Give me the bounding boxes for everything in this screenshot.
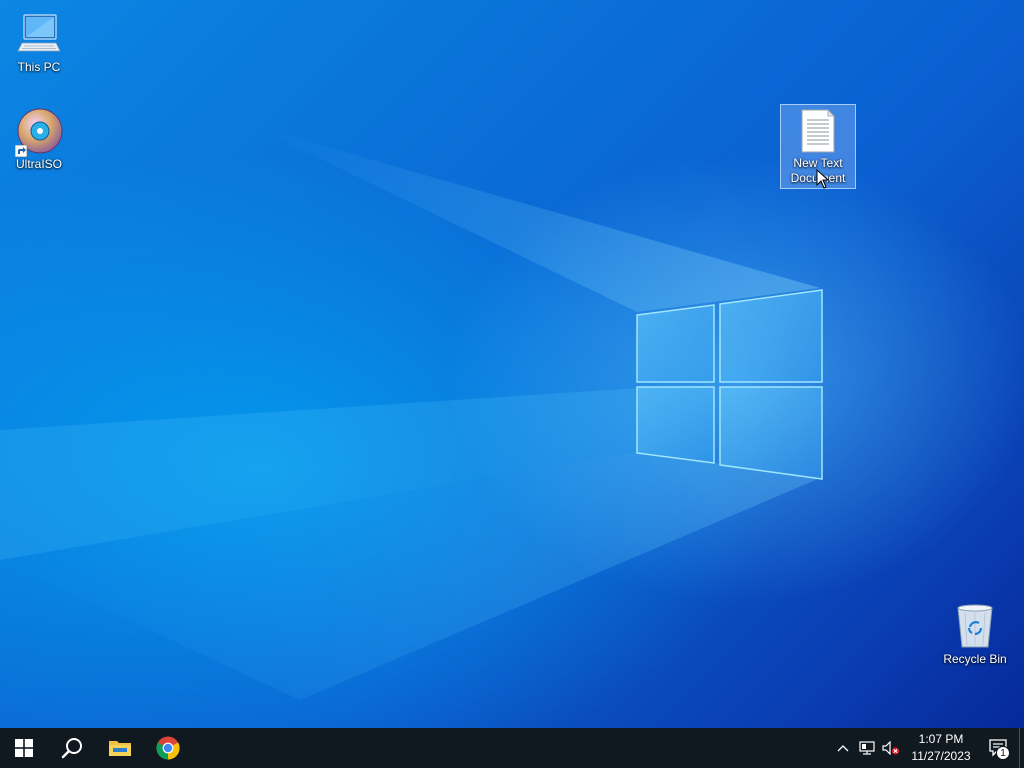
search-button[interactable] <box>48 728 96 768</box>
windows-logo-art <box>636 289 823 480</box>
show-hidden-icons-button[interactable] <box>831 728 855 768</box>
desktop-icon-label: This PC <box>17 60 61 74</box>
taskbar: 1:07 PM 11/27/2023 1 <box>0 728 1024 768</box>
mouse-cursor-icon <box>816 169 830 189</box>
taskbar-file-explorer[interactable] <box>96 728 144 768</box>
action-center-button[interactable]: 1 <box>979 728 1019 768</box>
volume-button[interactable] <box>879 728 903 768</box>
notification-count-badge: 1 <box>996 746 1010 760</box>
shortcut-arrow-icon <box>15 145 27 157</box>
show-desktop-button[interactable] <box>1019 728 1024 768</box>
clock-time: 1:07 PM <box>918 732 964 746</box>
desktop-icon-recycle-bin[interactable]: Recycle Bin <box>937 600 1013 669</box>
network-button[interactable] <box>855 728 879 768</box>
chrome-icon <box>156 736 180 760</box>
disc-icon <box>15 107 63 157</box>
folder-icon <box>109 741 131 756</box>
taskbar-chrome[interactable] <box>144 728 192 768</box>
windows-logo-icon <box>15 739 33 757</box>
clock-date: 11/27/2023 <box>911 749 971 763</box>
recycle-bin-icon <box>951 602 999 650</box>
network-icon <box>859 741 875 755</box>
start-button[interactable] <box>0 728 48 768</box>
chevron-up-icon <box>837 745 849 752</box>
desktop-icon-label: Recycle Bin <box>943 652 1007 666</box>
search-icon <box>61 738 82 759</box>
text-file-icon <box>794 107 842 154</box>
taskbar-clock[interactable]: 1:07 PM 11/27/2023 <box>903 728 979 768</box>
volume-muted-icon <box>882 741 900 755</box>
system-tray: 1:07 PM 11/27/2023 1 <box>831 728 1024 768</box>
desktop-icon-ultraiso[interactable]: UltraISO <box>1 105 77 174</box>
desktop-icon-this-pc[interactable]: This PC <box>1 8 77 77</box>
desktop-wallpaper[interactable] <box>0 0 1024 728</box>
windows-hero-wallpaper-art <box>0 125 823 700</box>
desktop-icon-label: UltraISO <box>15 157 62 171</box>
computer-icon <box>15 10 63 58</box>
